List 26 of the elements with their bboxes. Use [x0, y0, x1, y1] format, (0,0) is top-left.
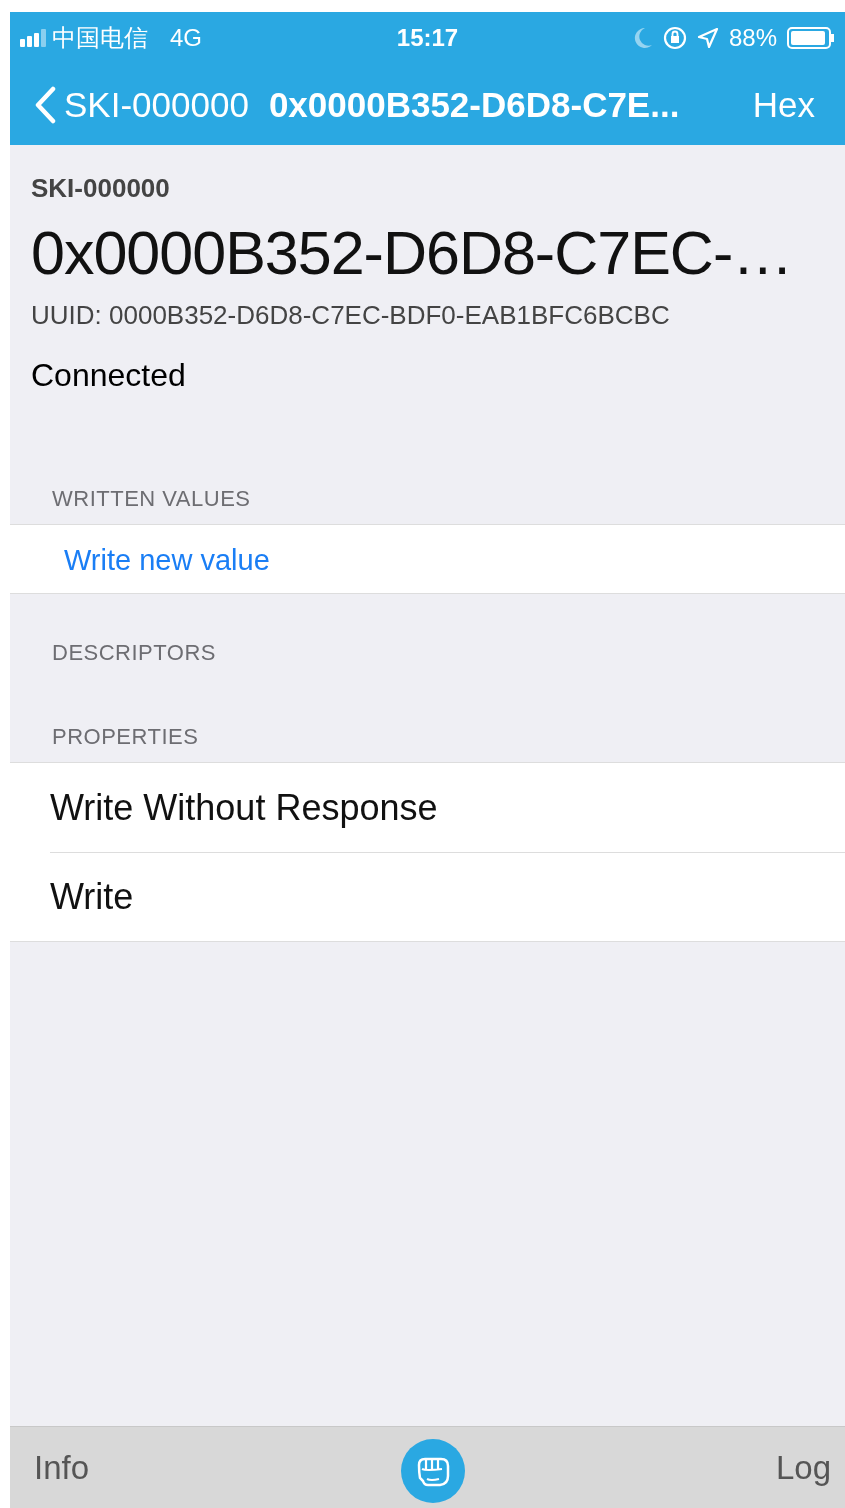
peripheral-name: SKI-000000 [31, 173, 171, 204]
battery-percent: 88% [728, 24, 777, 52]
section-header: DESCRIPTORS [51, 640, 217, 666]
carrier-name: 中国电信 [52, 23, 148, 53]
moon-icon [632, 27, 653, 49]
battery-icon [787, 26, 835, 50]
clock: 15:17 [396, 24, 459, 51]
write-value-button[interactable]: Write new value [10, 525, 845, 593]
section-header: PROPERTIES [51, 724, 200, 751]
section-header: WRITTEN VALUES [51, 486, 252, 513]
property-row-text: Write Without Response [49, 786, 439, 830]
characteristic-name: 0x0000B352-D6D8-C7EC-… [31, 218, 794, 288]
log-tab[interactable]: Log [775, 1448, 831, 1487]
back-chevron-icon [34, 85, 56, 124]
fist-icon[interactable] [401, 1439, 465, 1503]
info-tab[interactable]: Info [34, 1448, 90, 1487]
signal-icon [20, 29, 46, 47]
screen-title: 0x0000B352-D6D8-C7E... [268, 84, 680, 125]
uuid-text: UUID: 0000B352-D6D8-C7EC-BDF0-EAB1BFC6BCBC [31, 300, 671, 331]
network-type: 4G [170, 24, 202, 52]
property-row: Write [10, 852, 845, 941]
hex-button[interactable]: Hex [752, 84, 815, 125]
rotation-lock-icon [662, 26, 687, 50]
location-icon [696, 27, 719, 49]
connection-status: Connected [31, 357, 187, 394]
back-button[interactable]: SKI-000000 [34, 84, 249, 125]
